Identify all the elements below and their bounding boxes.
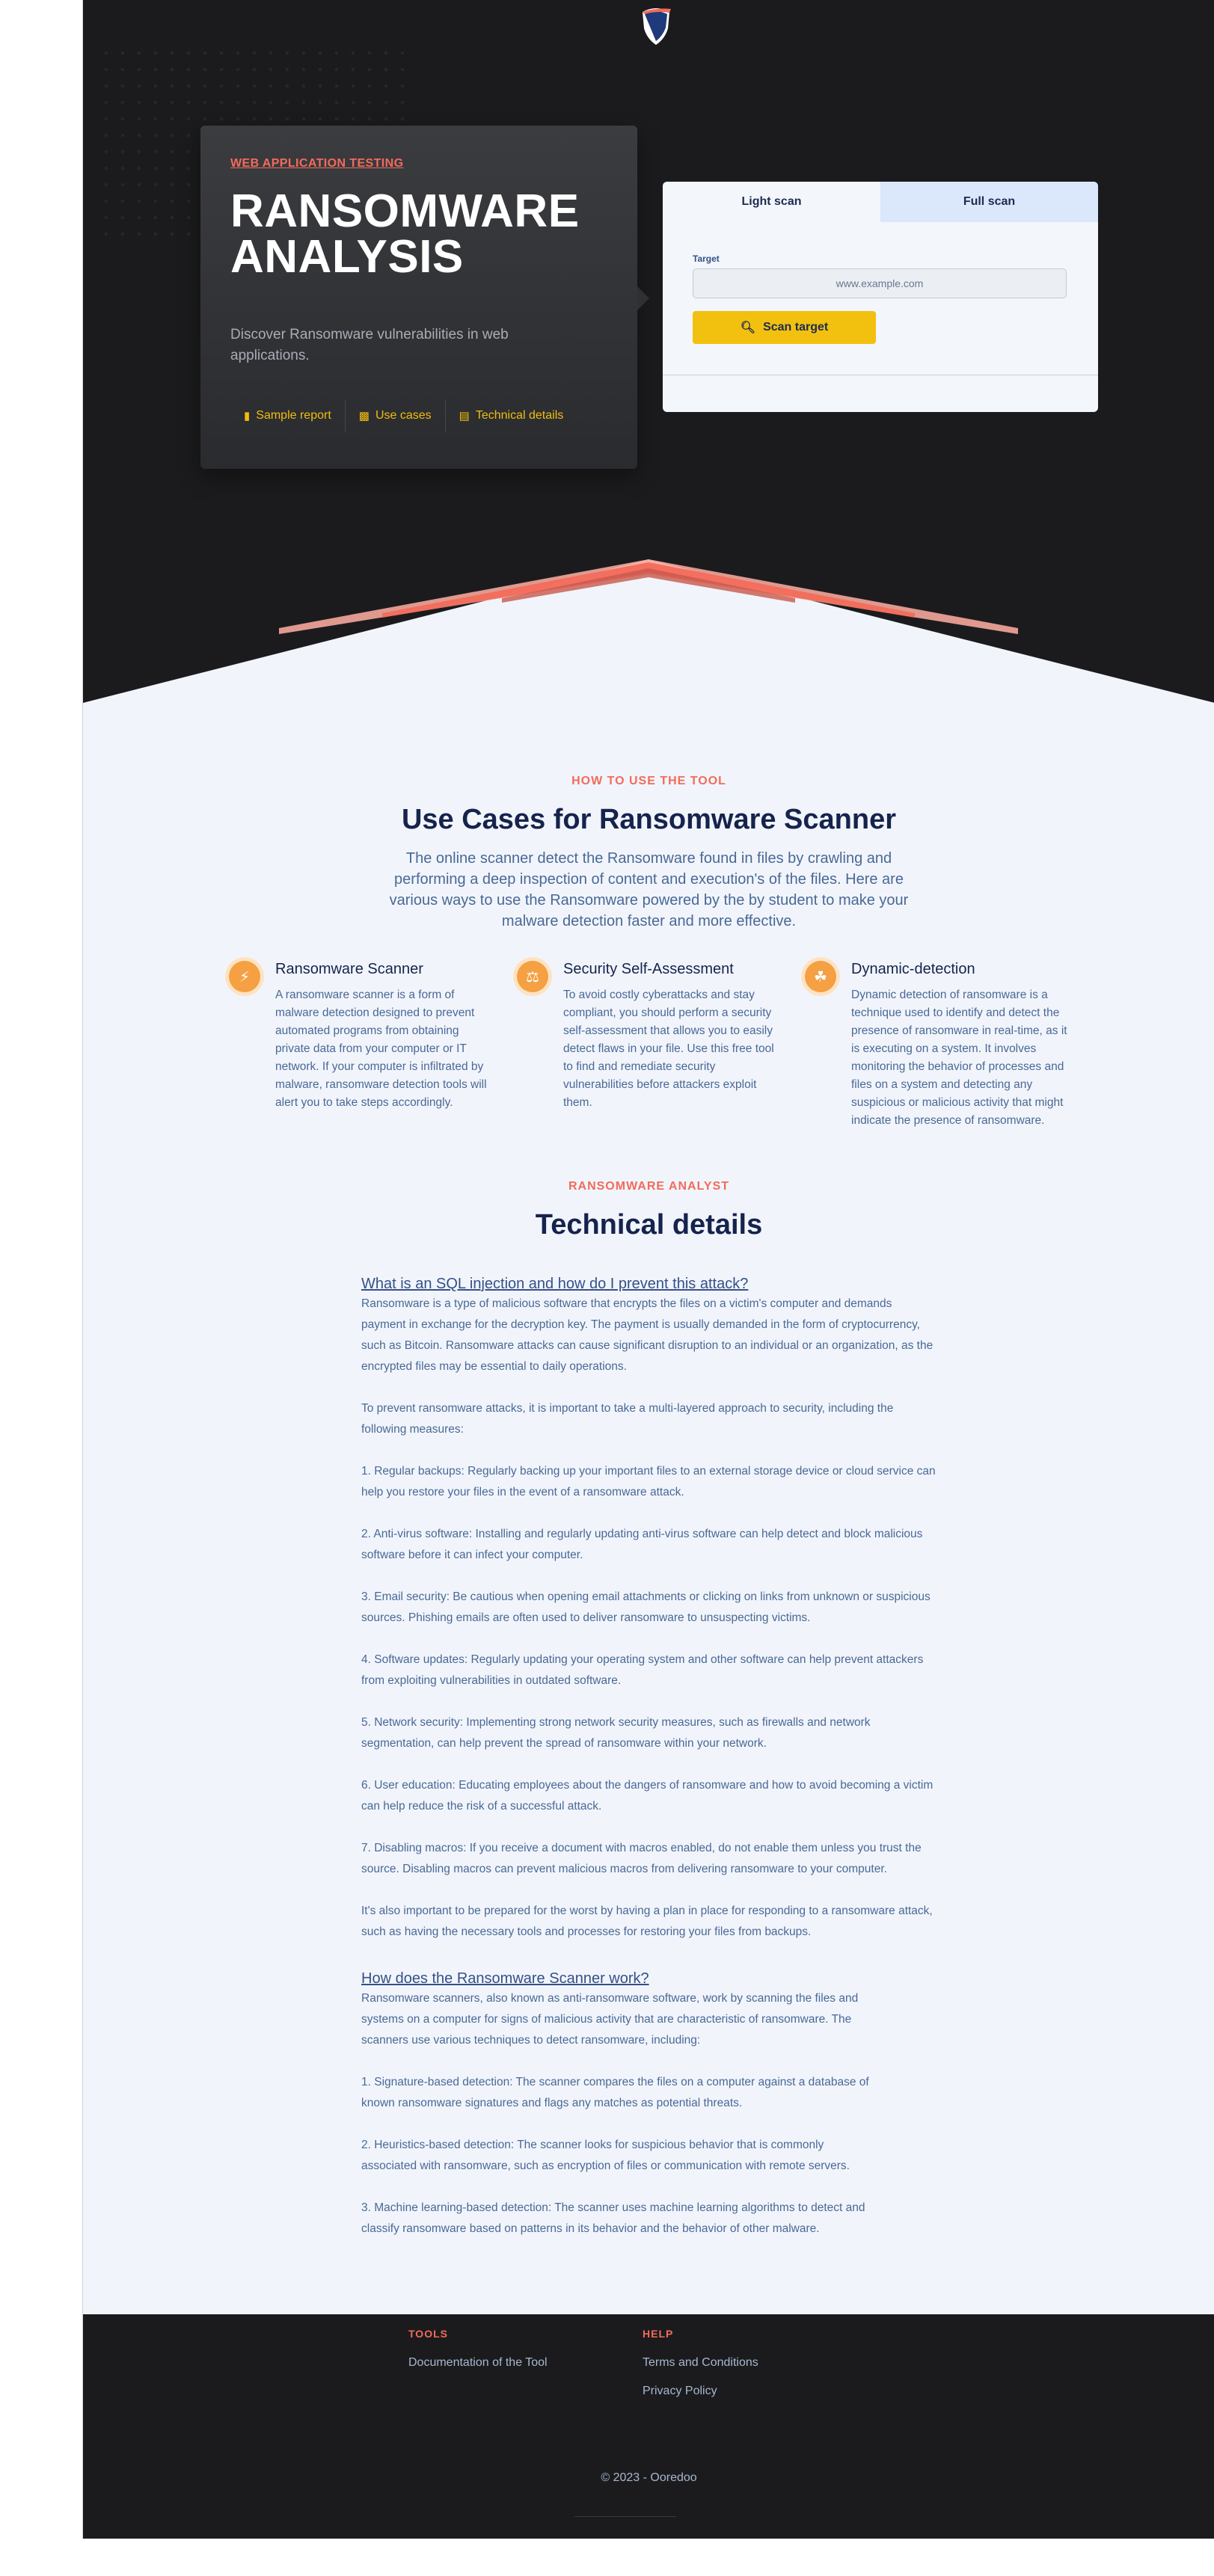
factory-icon: ☘︎ — [805, 961, 836, 992]
hero-chevron-divider — [83, 559, 1214, 703]
article-sql-injection: What is an SQL injection and how do I pr… — [361, 1274, 937, 1943]
feature-description: Dynamic detection of ransomware is a tec… — [851, 989, 1067, 1127]
use-cases-title: Use Cases for Ransomware Scanner — [401, 804, 897, 835]
copyright: © 2023 - Ooredoo — [601, 2471, 697, 2484]
technical-eyebrow: RANSOMWARE ANALYST — [568, 1180, 730, 1193]
footer-tools-column: TOOLS Documentation of the Tool — [408, 2328, 548, 2385]
footer-link-privacy[interactable]: Privacy Policy — [643, 2385, 758, 2398]
footer-help-heading: HELP — [643, 2328, 674, 2340]
article-paragraph: 2. Heuristics-based detection: The scann… — [361, 2139, 850, 2172]
article-paragraph: Ransomware is a type of malicious softwa… — [361, 1297, 934, 1373]
feature-title: Security Self-Assessment — [563, 961, 734, 977]
hero-section: WEB APPLICATION TESTING RANSOMWARE ANALY… — [83, 0, 1214, 703]
footer-link-terms[interactable]: Terms and Conditions — [643, 2356, 758, 2370]
article-paragraph: It's also important to be prepared for t… — [361, 1905, 933, 1938]
balance-scale-icon: ⚖︎ — [517, 961, 548, 992]
article-paragraph: 1. Signature-based detection: The scanne… — [361, 2076, 869, 2109]
article-heading[interactable]: What is an SQL injection and how do I pr… — [361, 1274, 937, 1294]
article-paragraph: 7. Disabling macros: If you receive a do… — [361, 1842, 922, 1875]
lightning-icon: ⚡︎ — [229, 961, 260, 992]
article-paragraph: 2. Anti-virus software: Installing and r… — [361, 1528, 923, 1561]
use-cases-description: The online scanner detect the Ransomware… — [389, 850, 909, 929]
article-paragraph: 5. Network security: Implementing strong… — [361, 1716, 871, 1750]
article-scanner-works: How does the Ransomware Scanner work? Ra… — [361, 1969, 877, 2240]
feature-title: Ransomware Scanner — [275, 961, 423, 977]
feature-description: To avoid costly cyberattacks and stay co… — [563, 989, 774, 1109]
footer-help-column: HELP Terms and Conditions Privacy Policy — [643, 2328, 758, 2413]
use-cases-eyebrow: HOW TO USE THE TOOL — [571, 775, 726, 787]
feature-description: A ransomware scanner is a form of malwar… — [275, 989, 487, 1109]
article-paragraph: To prevent ransomware attacks, it is imp… — [361, 1402, 894, 1436]
article-paragraph: 3. Machine learning-based detection: The… — [361, 2201, 865, 2235]
feature-title: Dynamic-detection — [851, 961, 975, 977]
page: WEB APPLICATION TESTING RANSOMWARE ANALY… — [82, 0, 1214, 2539]
article-paragraph: 1. Regular backups: Regularly backing up… — [361, 1465, 936, 1498]
article-paragraph: Ransomware scanners, also known as anti-… — [361, 1992, 859, 2047]
footer: TOOLS Documentation of the Tool HELP Ter… — [83, 2314, 1214, 2539]
technical-title: Technical details — [535, 1209, 763, 1241]
footer-tools-heading: TOOLS — [408, 2328, 448, 2340]
footer-link-documentation[interactable]: Documentation of the Tool — [408, 2356, 548, 2370]
article-heading[interactable]: How does the Ransomware Scanner work? — [361, 1969, 877, 1988]
footer-divider — [574, 2516, 676, 2517]
article-paragraph: 3. Email security: Be cautious when open… — [361, 1590, 931, 1624]
article-paragraph: 4. Software updates: Regularly updating … — [361, 1653, 924, 1687]
article-paragraph: 6. User education: Educating employees a… — [361, 1779, 934, 1813]
